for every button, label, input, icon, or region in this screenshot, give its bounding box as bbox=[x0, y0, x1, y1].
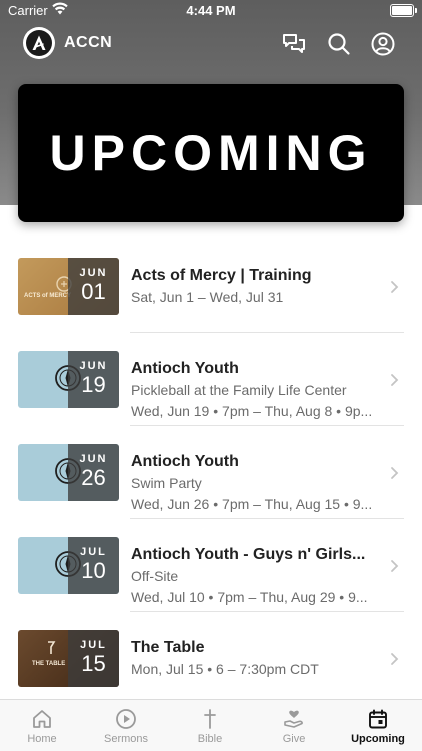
event-date: Wed, Jul 10 • 7pm – Thu, Aug 29 • 9... bbox=[131, 589, 368, 605]
date-month: JUL bbox=[80, 546, 107, 558]
date-badge: JUN 26 bbox=[68, 444, 119, 501]
cross-icon bbox=[204, 709, 216, 729]
event-date: Wed, Jun 19 • 7pm – Thu, Aug 8 • 9p... bbox=[131, 403, 373, 419]
date-month: JUN bbox=[79, 360, 108, 372]
tab-label: Upcoming bbox=[351, 733, 405, 745]
event-thumbnail: ACTS of MERCY JUN 01 bbox=[18, 258, 119, 315]
tab-give[interactable]: Give bbox=[252, 700, 336, 751]
chat-bubbles-icon[interactable] bbox=[281, 31, 307, 57]
date-month: JUN bbox=[79, 453, 108, 465]
bottom-tab-bar: Home Sermons Bible Give Upcoming bbox=[0, 699, 422, 751]
event-list: ACTS of MERCY JUN 01 Acts of Mercy | Tra… bbox=[0, 240, 422, 705]
status-bar: Carrier 4:44 PM bbox=[0, 0, 422, 22]
event-description: Off-Site bbox=[131, 568, 179, 584]
clock-time: 4:44 PM bbox=[186, 3, 236, 18]
tab-label: Sermons bbox=[103, 733, 149, 745]
chevron-right-icon bbox=[391, 560, 399, 572]
date-day: 10 bbox=[81, 558, 106, 583]
list-item[interactable]: JUN 19 Antioch Youth Pickleball at the F… bbox=[0, 333, 422, 426]
date-day: 26 bbox=[81, 465, 106, 490]
date-badge: JUL 10 bbox=[68, 537, 119, 594]
chevron-right-icon bbox=[391, 374, 399, 386]
chevron-right-icon bbox=[391, 467, 399, 479]
play-circle-icon bbox=[116, 709, 136, 729]
event-thumbnail: JUN 26 bbox=[18, 444, 119, 501]
tab-home[interactable]: Home bbox=[0, 700, 84, 751]
event-date: Wed, Jun 26 • 7pm – Thu, Aug 15 • 9... bbox=[131, 496, 373, 512]
date-day: 15 bbox=[81, 651, 106, 676]
thumb-caption: ACTS of MERCY bbox=[24, 293, 71, 299]
event-date: Mon, Jul 15 • 6 – 7:30pm CDT bbox=[131, 661, 319, 677]
tab-bible[interactable]: Bible bbox=[168, 700, 252, 751]
calendar-icon bbox=[369, 709, 387, 729]
profile-icon[interactable] bbox=[370, 31, 396, 57]
event-thumbnail: JUN 19 bbox=[18, 351, 119, 408]
search-icon[interactable] bbox=[326, 31, 352, 57]
home-icon bbox=[33, 710, 51, 728]
date-day: 19 bbox=[81, 372, 106, 397]
event-title: Antioch Youth bbox=[131, 453, 239, 470]
event-thumbnail: JUL 10 bbox=[18, 537, 119, 594]
date-month: JUN bbox=[79, 267, 108, 279]
chevron-right-icon bbox=[391, 653, 399, 665]
list-item[interactable]: JUL 10 Antioch Youth - Guys n' Girls... … bbox=[0, 519, 422, 612]
event-title: The Table bbox=[131, 639, 205, 656]
tab-sermons[interactable]: Sermons bbox=[84, 700, 168, 751]
event-thumbnail: THE TABLE JUL 15 bbox=[18, 630, 119, 687]
upcoming-banner: UPCOMING bbox=[18, 84, 404, 222]
date-day: 01 bbox=[81, 279, 106, 304]
event-title: Acts of Mercy | Training bbox=[131, 267, 312, 284]
event-title: Antioch Youth bbox=[131, 360, 239, 377]
date-badge: JUN 01 bbox=[68, 258, 119, 315]
banner-title: UPCOMING bbox=[49, 125, 373, 181]
date-month: JUL bbox=[80, 639, 107, 651]
tab-label: Bible bbox=[197, 733, 223, 745]
date-badge: JUL 15 bbox=[68, 630, 119, 687]
battery-icon bbox=[390, 4, 417, 17]
top-nav: ACCN bbox=[0, 25, 422, 63]
event-description: Swim Party bbox=[131, 475, 202, 491]
list-item[interactable]: JUN 26 Antioch Youth Swim Party Wed, Jun… bbox=[0, 426, 422, 519]
event-description: Pickleball at the Family Life Center bbox=[131, 382, 347, 398]
hand-heart-icon bbox=[284, 710, 303, 728]
app-name: ACCN bbox=[64, 34, 113, 51]
tab-label: Give bbox=[282, 733, 306, 745]
event-date: Sat, Jun 1 – Wed, Jul 31 bbox=[131, 289, 284, 305]
tab-upcoming[interactable]: Upcoming bbox=[336, 700, 420, 751]
thumb-caption: THE TABLE bbox=[32, 661, 65, 667]
tab-label: Home bbox=[27, 733, 57, 745]
church-logo-icon[interactable] bbox=[23, 27, 55, 59]
event-title: Antioch Youth - Guys n' Girls... bbox=[131, 546, 366, 563]
list-item[interactable]: ACTS of MERCY JUN 01 Acts of Mercy | Tra… bbox=[0, 240, 422, 333]
chevron-right-icon bbox=[391, 281, 399, 293]
date-badge: JUN 19 bbox=[68, 351, 119, 408]
list-item[interactable]: THE TABLE JUL 15 The Table Mon, Jul 15 •… bbox=[0, 612, 422, 705]
